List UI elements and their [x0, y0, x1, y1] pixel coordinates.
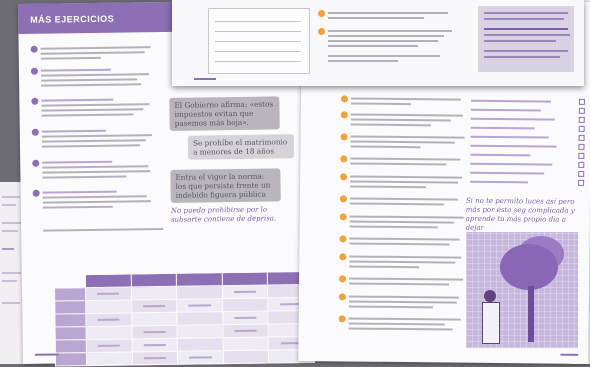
checklist [466, 98, 585, 200]
exercise-number-marker [32, 189, 40, 197]
exercise-number-marker [32, 159, 40, 167]
checkbox[interactable] [578, 116, 585, 123]
exercise-number-marker [340, 173, 348, 181]
checkbox[interactable] [578, 134, 585, 141]
checkbox[interactable] [578, 125, 585, 132]
exercise-number-marker [339, 195, 347, 203]
page-footer [34, 353, 59, 356]
checkbox[interactable] [578, 179, 585, 186]
exercise-number-marker [30, 67, 38, 75]
section-title: MÁS EJERCICIOS [30, 13, 115, 25]
overlaid-page-fragment [172, 0, 584, 86]
news-headline-callout: El Gobierno afirma: «estos impuestos evi… [169, 96, 280, 131]
handwritten-note: Si no te permito luces así pero más por … [465, 196, 575, 232]
checkbox[interactable] [578, 98, 585, 105]
exercise-number-marker [340, 111, 348, 119]
handwritten-note: No puedo prohibirse por lo subsorte cont… [170, 205, 277, 224]
checkbox[interactable] [578, 161, 585, 168]
checkbox[interactable] [578, 152, 585, 159]
exercise-number-marker [339, 275, 347, 283]
answer-box [208, 8, 310, 74]
exercise-number-marker [339, 253, 347, 261]
exercise-number-marker [340, 155, 348, 163]
exercise-number-marker [339, 213, 347, 221]
exercise-number-marker [340, 95, 349, 103]
news-headline-callout: Se prohíbe el matrimonio a menores de 18… [187, 134, 295, 160]
checkbox[interactable] [578, 107, 585, 114]
exercise-number-marker [338, 315, 346, 323]
info-panel [478, 6, 574, 72]
exercise-number-marker [30, 45, 38, 53]
textbook-spread: MÁS EJERCICIOS El Gobierno afirma: «esto… [0, 0, 590, 367]
illustration-person-tree [466, 232, 578, 348]
exercise-number-marker [339, 235, 347, 243]
exercise-number-marker [340, 133, 348, 141]
exercise-table [54, 271, 315, 367]
checkbox[interactable] [578, 170, 585, 177]
page-footer [560, 353, 579, 356]
exercise-number-marker [338, 293, 346, 301]
checkbox[interactable] [578, 143, 585, 150]
exercise-number-marker [31, 97, 39, 105]
news-headline-callout: Entra el vigor la norma: los que persist… [170, 168, 281, 203]
exercise-number-marker [31, 128, 39, 136]
